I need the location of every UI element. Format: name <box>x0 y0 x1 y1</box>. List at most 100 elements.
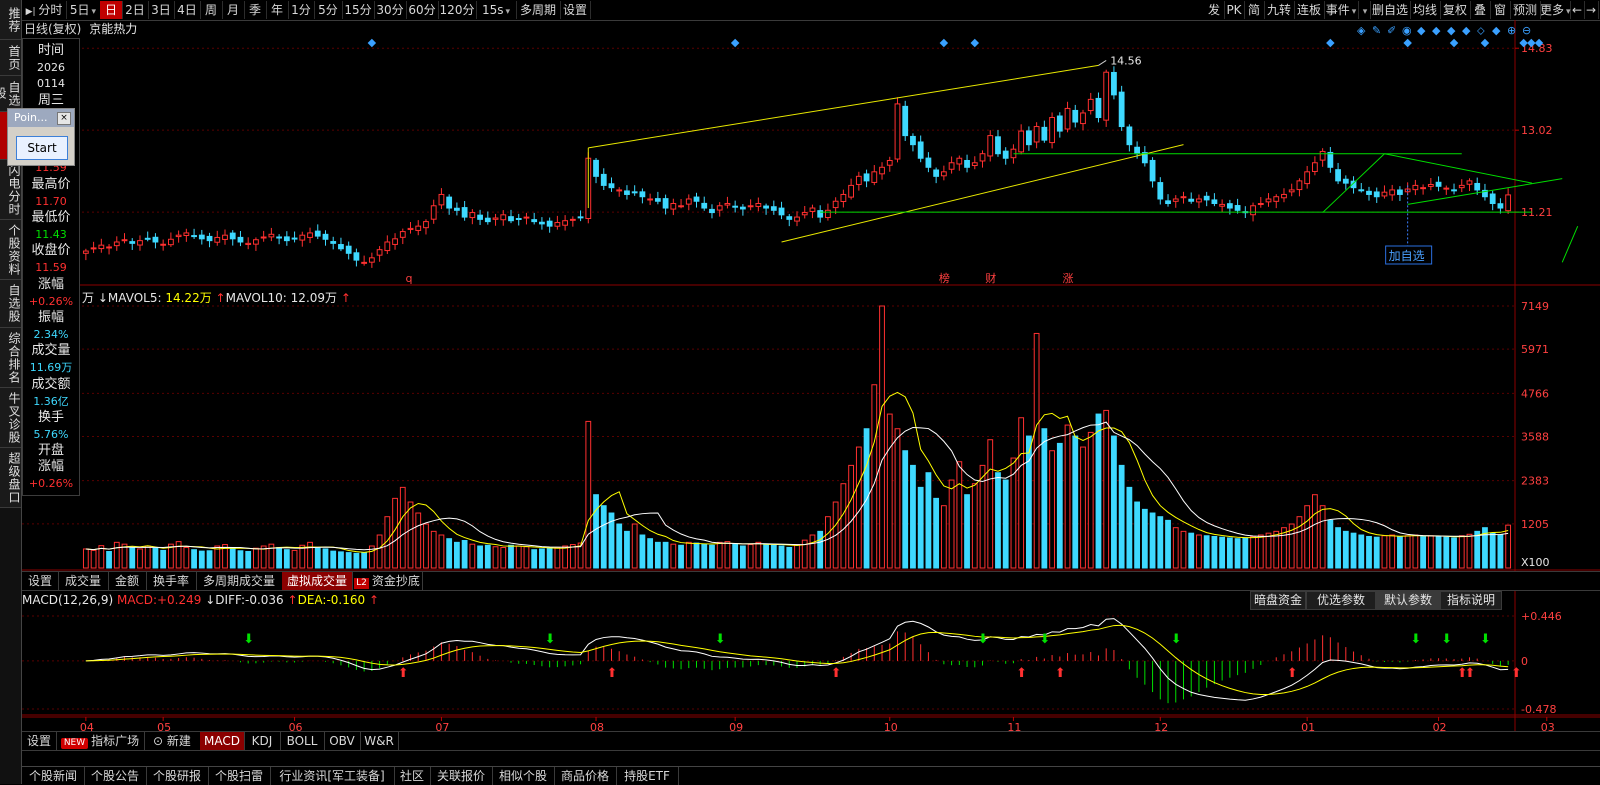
tool-button-9[interactable]: 复权 <box>1440 1 1471 19</box>
bottom-tab-3[interactable]: 个股扫雷 <box>208 767 271 785</box>
left-nav-item-7[interactable]: 综合排名 <box>0 328 21 388</box>
tool-button-10[interactable]: 叠 <box>1470 1 1491 19</box>
tool-button-15[interactable]: → <box>1584 1 1599 19</box>
period-button-8[interactable]: 季 <box>244 1 267 19</box>
indicator-tab-2[interactable]: ⊙ 新建 <box>144 732 201 750</box>
event-diamond-icon[interactable] <box>1326 38 1335 48</box>
zoom-out-icon[interactable]: ⊖ <box>1522 24 1531 37</box>
drawing-tool-icon[interactable]: ◈ <box>1357 24 1366 37</box>
bottom-tab-8[interactable]: 商品价格 <box>554 767 617 785</box>
tool-button-5[interactable]: 事件 <box>1324 1 1359 19</box>
tool-button-0[interactable]: 发 <box>1204 1 1225 19</box>
macd-option-button-3[interactable]: 指标说明 <box>1440 591 1502 610</box>
period-button-17[interactable]: 多周期 <box>516 1 561 19</box>
volume-tab-3[interactable]: 换手率 <box>146 572 197 590</box>
event-marker[interactable]: q <box>406 272 413 285</box>
left-nav-item-6[interactable]: 自选股 <box>0 280 21 328</box>
event-diamond-icon[interactable] <box>970 38 980 48</box>
left-nav-item-9[interactable]: 超级盘口 <box>0 448 21 508</box>
zoom-in-icon[interactable]: ⊕ <box>1507 24 1516 37</box>
eye-icon[interactable]: ◉ <box>1402 24 1412 37</box>
tool-button-7[interactable]: 删自选 <box>1370 1 1411 19</box>
event-marker[interactable]: 财 <box>985 271 996 285</box>
period-button-10[interactable]: 1分 <box>288 1 315 19</box>
event-diamond-icon[interactable] <box>1403 38 1412 48</box>
tool-button-12[interactable]: 预测 <box>1510 1 1541 19</box>
macd-option-button-0[interactable]: 暗盘资金 <box>1250 591 1306 610</box>
macd-option-button-2[interactable]: 默认参数 <box>1376 591 1440 610</box>
period-button-11[interactable]: 5分 <box>314 1 343 19</box>
left-nav-item-2[interactable]: 自选股 <box>0 76 21 112</box>
period-button-9[interactable]: 年 <box>266 1 289 19</box>
period-button-13[interactable]: 30分 <box>374 1 407 19</box>
period-button-0[interactable]: ▶| 分时 <box>22 1 67 19</box>
event-diamond-icon[interactable] <box>1480 38 1490 48</box>
diamond-icon[interactable]: ◆ <box>1432 24 1441 37</box>
diamond-icon[interactable]: ◆ <box>1462 24 1471 37</box>
pen-icon[interactable]: ✎ <box>1372 24 1381 37</box>
start-button[interactable]: Start <box>16 136 68 160</box>
tool-button-8[interactable]: 均线 <box>1410 1 1441 19</box>
bottom-tab-4[interactable]: 行业资讯[军工装备] <box>270 767 395 785</box>
event-diamond-icon[interactable] <box>730 38 740 48</box>
indicator-tab-1[interactable]: NEW 指标广场 <box>56 732 145 750</box>
period-button-15[interactable]: 120分 <box>438 1 477 19</box>
bottom-tab-2[interactable]: 个股研报 <box>146 767 209 785</box>
bottom-tab-7[interactable]: 相似个股 <box>492 767 555 785</box>
tool-button-4[interactable]: 连板 <box>1294 1 1325 19</box>
indicator-tab-5[interactable]: BOLL <box>280 732 325 750</box>
macd-option-button-1[interactable]: 优选参数 <box>1306 591 1376 610</box>
period-button-18[interactable]: 设置 <box>560 1 591 19</box>
diamond-icon[interactable]: ◆ <box>1447 24 1456 37</box>
period-button-5[interactable]: 4日 <box>174 1 201 19</box>
volume-tab-2[interactable]: 金额 <box>108 572 147 590</box>
bottom-tab-1[interactable]: 个股公告 <box>84 767 147 785</box>
diamond-icon[interactable]: ◆ <box>1492 24 1501 37</box>
indicator-tab-0[interactable]: 设置 <box>22 732 57 750</box>
indicator-tab-7[interactable]: W&R <box>360 732 399 750</box>
left-nav-item-5[interactable]: 个股资料 <box>0 220 21 280</box>
tool-button-3[interactable]: 九转 <box>1264 1 1295 19</box>
period-button-7[interactable]: 月 <box>222 1 245 19</box>
left-nav-item-4[interactable]: 闪电分时 <box>0 160 21 220</box>
left-nav-item-1[interactable]: 首页 <box>0 40 21 76</box>
period-button-4[interactable]: 3日 <box>148 1 175 19</box>
period-button-1[interactable]: 5日 <box>66 1 101 19</box>
period-button-14[interactable]: 60分 <box>406 1 439 19</box>
volume-tab-5[interactable]: 虚拟成交量 <box>282 572 353 590</box>
indicator-tab-3[interactable]: MACD <box>200 732 245 750</box>
event-diamond-icon[interactable] <box>939 38 949 48</box>
left-nav-item-8[interactable]: 牛叉诊股 <box>0 388 21 448</box>
bottom-tab-0[interactable]: 个股新闻 <box>22 767 85 785</box>
volume-tab-4[interactable]: 多周期成交量 <box>196 572 283 590</box>
period-button-2[interactable]: 日 <box>100 1 123 19</box>
event-marker[interactable]: 涨 <box>1063 272 1074 285</box>
period-button-6[interactable]: 周 <box>200 1 223 19</box>
close-icon[interactable]: × <box>57 112 71 125</box>
tool-button-1[interactable]: PK <box>1224 1 1245 19</box>
bottom-tab-5[interactable]: 社区 <box>394 767 431 785</box>
tool-button-2[interactable]: 简 <box>1244 1 1265 19</box>
left-nav-item-0[interactable]: 推荐 <box>0 0 21 40</box>
period-button-3[interactable]: 2日 <box>122 1 149 19</box>
tool-button-13[interactable]: 更多 <box>1540 1 1571 19</box>
diamond-icon[interactable]: ◆ <box>1417 24 1426 37</box>
tool-button-14[interactable]: ← <box>1570 1 1585 19</box>
indicator-tab-6[interactable]: OBV <box>324 732 361 750</box>
tool-button-11[interactable]: 窗 <box>1490 1 1511 19</box>
bottom-tab-6[interactable]: 关联报价 <box>430 767 493 785</box>
volume-tab-6[interactable]: L2 资金抄底 <box>352 572 423 590</box>
kline-chart[interactable]: 14.8313.0211.2114.56加自选q 榜财涨7149597147663… <box>22 20 1600 766</box>
volume-tab-1[interactable]: 成交量 <box>58 572 109 590</box>
diamond-outline-icon[interactable]: ⬦ <box>1477 24 1485 37</box>
volume-tab-0[interactable]: 设置 <box>22 572 59 590</box>
event-marker[interactable]: 榜 <box>939 271 950 285</box>
period-button-12[interactable]: 15分 <box>342 1 375 19</box>
period-button-16[interactable]: 15s <box>476 1 517 19</box>
tool-button-6[interactable] <box>1358 1 1371 19</box>
event-diamond-icon[interactable] <box>367 38 377 48</box>
indicator-tab-4[interactable]: KDJ <box>244 732 281 750</box>
line-tool-icon[interactable]: ✐ <box>1387 24 1396 37</box>
event-diamond-icon[interactable] <box>1449 38 1459 48</box>
bottom-tab-9[interactable]: 持股ETF <box>616 767 679 785</box>
